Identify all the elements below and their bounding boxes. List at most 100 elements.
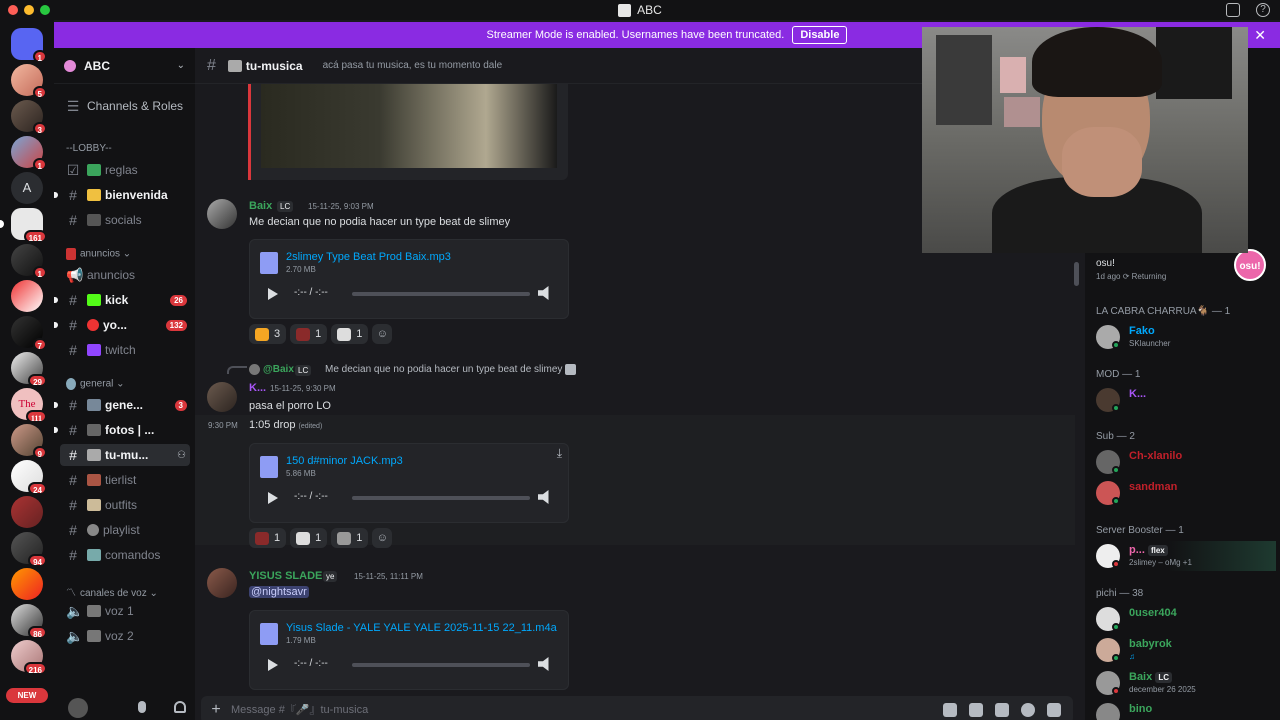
- server-icon-15[interactable]: 86: [11, 604, 47, 639]
- reply-preview[interactable]: Me decian que no podia hacer un type bea…: [325, 364, 577, 375]
- scrollbar[interactable]: [1074, 262, 1079, 286]
- channel-kick[interactable]: # kick 26: [54, 289, 195, 311]
- avatar[interactable]: [207, 382, 237, 412]
- channels-roles-item[interactable]: ☰ Channels & Roles: [54, 95, 195, 117]
- category-general[interactable]: general ⌄: [66, 378, 125, 390]
- volume-icon[interactable]: [538, 286, 549, 300]
- guild-header[interactable]: ABC ⌄: [54, 48, 195, 84]
- maximize-window-button[interactable]: [40, 5, 50, 15]
- play-icon[interactable]: [268, 659, 278, 671]
- avatar[interactable]: [207, 199, 237, 229]
- inbox-icon[interactable]: [1226, 3, 1240, 17]
- server-icon-6[interactable]: [11, 280, 43, 312]
- gif-icon[interactable]: [969, 703, 983, 717]
- message-author[interactable]: K...: [249, 382, 266, 394]
- message-author[interactable]: YISUS SLADE: [249, 570, 322, 582]
- headphones-icon[interactable]: [174, 701, 186, 713]
- server-icon-5[interactable]: 1: [11, 244, 47, 279]
- volume-icon[interactable]: [538, 490, 549, 504]
- add-attachment-button[interactable]: +: [201, 701, 231, 719]
- channel-reglas[interactable]: ☑ reglas: [54, 159, 195, 181]
- user-mention[interactable]: @nightsavr: [249, 586, 309, 598]
- avatar[interactable]: [68, 698, 88, 718]
- add-reaction-button[interactable]: ☺: [372, 528, 393, 548]
- member-item[interactable]: Fako SKlauncher: [1096, 322, 1276, 352]
- channel-topic[interactable]: acá pasa tu musica, es tu momento dale: [323, 60, 503, 71]
- member-item[interactable]: Ch-xlanilo: [1096, 447, 1276, 477]
- category-anuncios[interactable]: anuncios ⌄: [66, 248, 131, 260]
- attachment-filename[interactable]: 2slimey Type Beat Prod Baix.mp3: [286, 251, 451, 263]
- channel-tierlist[interactable]: # tierlist: [54, 469, 195, 491]
- server-icon-the[interactable]: The 111: [11, 388, 47, 423]
- audio-progress-bar[interactable]: [352, 663, 530, 667]
- emoji-icon[interactable]: [1021, 703, 1035, 717]
- add-member-icon[interactable]: ⚇: [177, 450, 186, 461]
- channel-comandos[interactable]: # comandos: [54, 544, 195, 566]
- channel-yo[interactable]: # yo... 132: [54, 314, 195, 336]
- avatar[interactable]: [207, 568, 237, 598]
- server-icon-a[interactable]: A: [11, 172, 43, 204]
- reaction-2[interactable]: 1: [290, 324, 328, 344]
- close-window-button[interactable]: [8, 5, 18, 15]
- reaction-1[interactable]: 1: [249, 528, 287, 548]
- channel-gene[interactable]: # gene... 3: [54, 394, 195, 416]
- channel-twitch[interactable]: # twitch: [54, 339, 195, 361]
- channel-tu-musica[interactable]: # tu-mu... ⚇: [60, 444, 190, 466]
- video-thumbnail[interactable]: [261, 84, 557, 168]
- member-item[interactable]: 0user404: [1096, 604, 1276, 634]
- server-icon-11[interactable]: 24: [11, 460, 47, 495]
- member-item[interactable]: sandman: [1096, 478, 1276, 508]
- server-icon-13[interactable]: 94: [11, 532, 47, 567]
- server-icon-10[interactable]: 9: [11, 424, 47, 459]
- reaction-goat[interactable]: 1: [290, 528, 328, 548]
- home-server-icon[interactable]: 1: [11, 28, 47, 63]
- channel-fotos[interactable]: # fotos | ...: [54, 419, 195, 441]
- volume-icon[interactable]: [538, 657, 549, 671]
- reaction-fire[interactable]: 3: [249, 324, 287, 344]
- server-icon-14[interactable]: [11, 568, 43, 600]
- server-icon-abc[interactable]: 161: [0, 208, 47, 243]
- play-icon[interactable]: [268, 492, 278, 504]
- server-icon-3[interactable]: 1: [11, 136, 47, 171]
- member-item[interactable]: Baix LC december 26 2025: [1096, 668, 1276, 698]
- channel-anuncios[interactable]: 📢 anuncios: [54, 264, 195, 286]
- apps-icon[interactable]: [1047, 703, 1061, 717]
- microphone-icon[interactable]: [138, 701, 146, 713]
- member-item[interactable]: p... flex 2slimey – oMg +1: [1096, 541, 1276, 571]
- audio-progress-bar[interactable]: [352, 292, 530, 296]
- minimize-window-button[interactable]: [24, 5, 34, 15]
- download-icon[interactable]: ⤓: [557, 446, 562, 461]
- help-icon[interactable]: ?: [1256, 3, 1270, 17]
- member-item[interactable]: babyrok ♫: [1096, 635, 1276, 665]
- message-input[interactable]: [231, 704, 943, 716]
- reply-author[interactable]: @Baix: [249, 364, 294, 375]
- attachment-filename[interactable]: 150 d#minor JACK.mp3: [286, 455, 403, 467]
- play-icon[interactable]: [268, 288, 278, 300]
- server-icon-1[interactable]: 5: [11, 64, 47, 99]
- member-item[interactable]: K...: [1096, 385, 1276, 415]
- close-banner-icon[interactable]: ✕: [1254, 27, 1266, 44]
- reaction-3[interactable]: 1: [331, 528, 369, 548]
- attachment-filename[interactable]: Yisus Slade - YALE YALE YALE 2025-11-15 …: [286, 622, 557, 634]
- member-item[interactable]: bino: [1096, 700, 1276, 720]
- message-author[interactable]: Baix: [249, 200, 272, 212]
- osu-app-icon[interactable]: osu!: [1234, 249, 1266, 281]
- server-icon-8[interactable]: 29: [11, 352, 47, 387]
- add-reaction-button[interactable]: ☺: [372, 324, 393, 344]
- channel-outfits[interactable]: # outfits: [54, 494, 195, 516]
- gift-icon[interactable]: [943, 703, 957, 717]
- server-icon-2[interactable]: 3: [11, 100, 47, 135]
- reaction-goat[interactable]: 1: [331, 324, 369, 344]
- channel-bienvenida[interactable]: # bienvenida: [54, 184, 195, 206]
- audio-progress-bar[interactable]: [352, 496, 530, 500]
- category-voz[interactable]: 〽 canales de voz ⌄: [66, 584, 158, 599]
- channel-playlist[interactable]: # playlist: [54, 519, 195, 541]
- server-icon-7[interactable]: 7: [11, 316, 47, 351]
- disable-streamer-mode-button[interactable]: Disable: [792, 26, 848, 44]
- voice-channel-2[interactable]: 🔈 voz 2: [54, 625, 195, 647]
- sticker-icon[interactable]: [995, 703, 1009, 717]
- server-icon-12[interactable]: [11, 496, 43, 528]
- channel-socials[interactable]: # socials: [54, 209, 195, 231]
- server-icon-16[interactable]: 216: [11, 640, 47, 675]
- voice-channel-1[interactable]: 🔈 voz 1: [54, 600, 195, 622]
